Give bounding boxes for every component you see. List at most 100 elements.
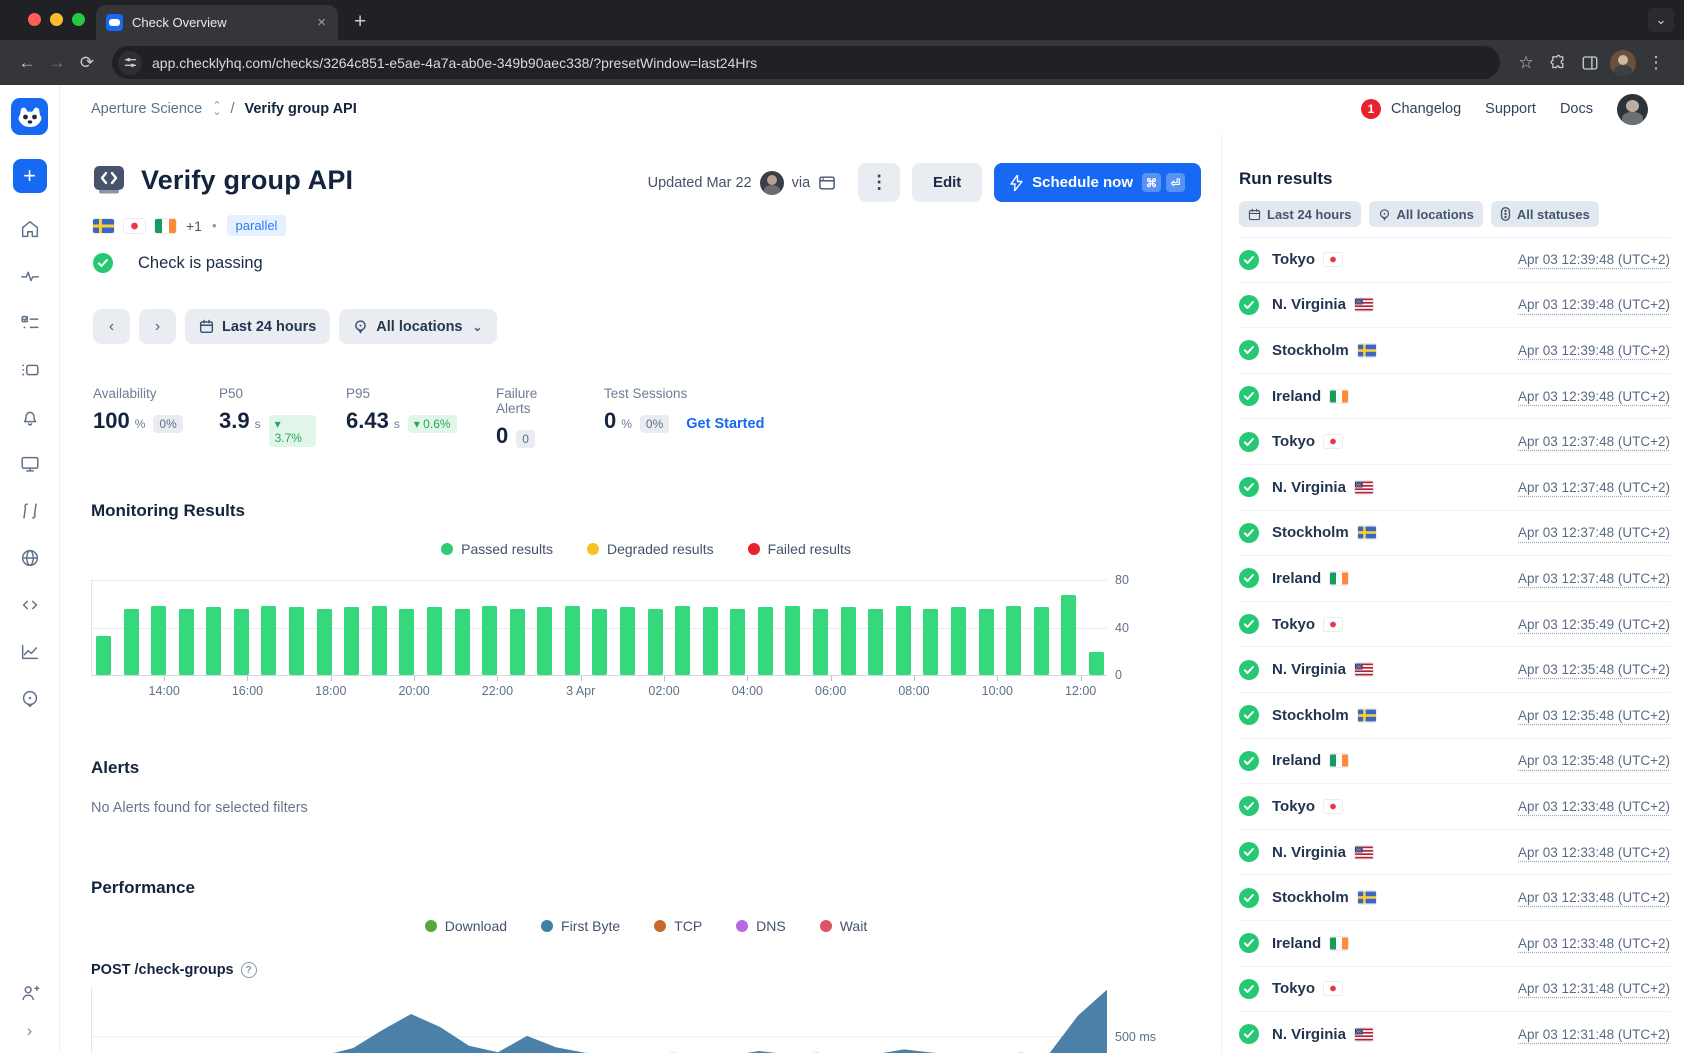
browser-menu-icon[interactable]: ⋮	[1640, 48, 1672, 78]
checkly-logo[interactable]	[11, 98, 48, 135]
sidebar-status-pages-icon[interactable]	[18, 687, 42, 711]
nav-docs-link[interactable]: Docs	[1560, 101, 1593, 117]
sidebar-checks-icon[interactable]	[18, 311, 42, 335]
breadcrumb: Aperture Science ⌃⌄ / Verify group API	[91, 101, 357, 117]
extensions-icon[interactable]	[1542, 48, 1574, 78]
back-button[interactable]: ←	[12, 48, 42, 78]
run-result-row[interactable]: Ireland Apr 03 12:33:48 (UTC+2)	[1239, 921, 1670, 967]
site-settings-icon[interactable]	[118, 51, 142, 75]
sidebar-activity-icon[interactable]	[18, 264, 42, 288]
run-result-row[interactable]: Tokyo Apr 03 12:37:48 (UTC+2)	[1239, 419, 1670, 465]
run-timestamp-link[interactable]: Apr 03 12:39:48 (UTC+2)	[1518, 343, 1670, 358]
get-started-link[interactable]: Get Started	[686, 416, 764, 432]
run-result-row[interactable]: Tokyo Apr 03 12:35:49 (UTC+2)	[1239, 602, 1670, 648]
sidebar-test-sessions-icon[interactable]	[18, 358, 42, 382]
new-tab-button[interactable]: +	[354, 10, 366, 34]
location-flag-icon	[1355, 663, 1373, 676]
account-switcher-icon[interactable]: ⌃⌄	[212, 103, 220, 115]
window-chevron-icon[interactable]: ⌄	[1648, 8, 1674, 32]
locations-filter[interactable]: All locations ⌄	[339, 309, 496, 344]
invite-user-icon[interactable]	[18, 981, 42, 1005]
y-tick-80: 80	[1115, 573, 1153, 587]
run-result-row[interactable]: Ireland Apr 03 12:39:48 (UTC+2)	[1239, 374, 1670, 420]
run-result-row[interactable]: Tokyo Apr 03 12:39:48 (UTC+2)	[1239, 237, 1670, 283]
run-result-row[interactable]: N. Virginia Apr 03 12:33:48 (UTC+2)	[1239, 830, 1670, 876]
sidebar-dashboards-icon[interactable]	[18, 452, 42, 476]
run-timestamp-link[interactable]: Apr 03 12:33:48 (UTC+2)	[1518, 845, 1670, 860]
check-status-text: Check is passing	[138, 254, 263, 273]
run-filter-statuses[interactable]: All statuses	[1491, 201, 1599, 227]
run-timestamp-link[interactable]: Apr 03 12:31:48 (UTC+2)	[1518, 1027, 1670, 1042]
sidebar-home-icon[interactable]	[18, 217, 42, 241]
run-timestamp-link[interactable]: Apr 03 12:35:49 (UTC+2)	[1518, 617, 1670, 632]
run-results-panel: Run results Last 24 hours All locations …	[1221, 133, 1684, 1053]
monitoring-chart[interactable]: 80 40 0 14:0016:0018:0020:0022:003 Apr02…	[91, 580, 1107, 702]
run-result-row[interactable]: Stockholm Apr 03 12:37:48 (UTC+2)	[1239, 511, 1670, 557]
run-result-row[interactable]: Tokyo Apr 03 12:33:48 (UTC+2)	[1239, 784, 1670, 830]
sidebar-code-icon[interactable]	[18, 593, 42, 617]
reload-button[interactable]: ⟳	[72, 48, 102, 78]
side-panel-icon[interactable]	[1574, 48, 1606, 78]
run-filter-time-range[interactable]: Last 24 hours	[1239, 201, 1361, 227]
sidebar-private-locations-icon[interactable]	[18, 546, 42, 570]
run-result-row[interactable]: Ireland Apr 03 12:35:48 (UTC+2)	[1239, 739, 1670, 785]
run-timestamp-link[interactable]: Apr 03 12:33:48 (UTC+2)	[1518, 890, 1670, 905]
location-flag-icon	[1355, 298, 1373, 311]
close-tab-icon[interactable]: ×	[315, 14, 328, 31]
minimize-window-button[interactable]	[50, 13, 63, 26]
run-result-row[interactable]: N. Virginia Apr 03 12:39:48 (UTC+2)	[1239, 283, 1670, 329]
window-controls[interactable]	[28, 13, 85, 26]
run-timestamp-link[interactable]: Apr 03 12:31:48 (UTC+2)	[1518, 981, 1670, 996]
run-timestamp-link[interactable]: Apr 03 12:39:48 (UTC+2)	[1518, 389, 1670, 404]
run-timestamp-link[interactable]: Apr 03 12:33:48 (UTC+2)	[1518, 799, 1670, 814]
run-result-row[interactable]: N. Virginia Apr 03 12:31:48 (UTC+2)	[1239, 1012, 1670, 1053]
run-result-row[interactable]: N. Virginia Apr 03 12:37:48 (UTC+2)	[1239, 465, 1670, 511]
sidebar-collapse-icon[interactable]: ›	[27, 1021, 33, 1041]
legend-dot-icon	[425, 920, 437, 932]
edit-button[interactable]: Edit	[912, 163, 982, 202]
run-location: N. Virginia	[1272, 479, 1346, 496]
nav-changelog-link[interactable]: Changelog	[1391, 101, 1461, 117]
run-timestamp-link[interactable]: Apr 03 12:39:48 (UTC+2)	[1518, 252, 1670, 267]
forward-button[interactable]: →	[42, 48, 72, 78]
run-result-row[interactable]: Tokyo Apr 03 12:31:48 (UTC+2)	[1239, 967, 1670, 1013]
run-timestamp-link[interactable]: Apr 03 12:39:48 (UTC+2)	[1518, 297, 1670, 312]
run-filter-locations[interactable]: All locations	[1369, 201, 1483, 227]
next-period-button[interactable]: ›	[139, 309, 176, 344]
help-icon[interactable]: ?	[241, 962, 257, 978]
run-result-row[interactable]: Stockholm Apr 03 12:39:48 (UTC+2)	[1239, 328, 1670, 374]
run-timestamp-link[interactable]: Apr 03 12:35:48 (UTC+2)	[1518, 753, 1670, 768]
bookmark-star-icon[interactable]: ☆	[1510, 48, 1542, 78]
run-timestamp-link[interactable]: Apr 03 12:37:48 (UTC+2)	[1518, 480, 1670, 495]
address-bar[interactable]: app.checklyhq.com/checks/3264c851-e5ae-4…	[112, 46, 1500, 79]
run-timestamp-link[interactable]: Apr 03 12:33:48 (UTC+2)	[1518, 936, 1670, 951]
sidebar-analytics-icon[interactable]	[18, 640, 42, 664]
run-result-row[interactable]: N. Virginia Apr 03 12:35:48 (UTC+2)	[1239, 647, 1670, 693]
prev-period-button[interactable]: ‹	[93, 309, 130, 344]
breadcrumb-account[interactable]: Aperture Science	[91, 101, 202, 117]
performance-chart[interactable]: 500 ms 0	[91, 988, 1107, 1053]
nav-support-link[interactable]: Support	[1485, 101, 1536, 117]
more-actions-button[interactable]: ⋮	[858, 163, 900, 202]
run-timestamp-link[interactable]: Apr 03 12:35:48 (UTC+2)	[1518, 708, 1670, 723]
passed-status-icon	[1239, 705, 1259, 725]
run-timestamp-link[interactable]: Apr 03 12:37:48 (UTC+2)	[1518, 434, 1670, 449]
schedule-now-button[interactable]: Schedule now ⌘ ⏎	[994, 163, 1201, 202]
run-timestamp-link[interactable]: Apr 03 12:37:48 (UTC+2)	[1518, 571, 1670, 586]
run-timestamp-link[interactable]: Apr 03 12:37:48 (UTC+2)	[1518, 525, 1670, 540]
run-timestamp-link[interactable]: Apr 03 12:35:48 (UTC+2)	[1518, 662, 1670, 677]
browser-tab[interactable]: Check Overview ×	[96, 5, 338, 40]
time-range-filter[interactable]: Last 24 hours	[185, 309, 330, 344]
close-window-button[interactable]	[28, 13, 41, 26]
sidebar-maintenance-icon[interactable]	[18, 499, 42, 523]
sidebar-alerts-icon[interactable]	[18, 405, 42, 429]
run-result-row[interactable]: Stockholm Apr 03 12:35:48 (UTC+2)	[1239, 693, 1670, 739]
url-text[interactable]: app.checklyhq.com/checks/3264c851-e5ae-4…	[152, 55, 757, 71]
maximize-window-button[interactable]	[72, 13, 85, 26]
run-result-row[interactable]: Stockholm Apr 03 12:33:48 (UTC+2)	[1239, 875, 1670, 921]
browser-profile-avatar[interactable]	[1610, 50, 1636, 76]
run-result-row[interactable]: Ireland Apr 03 12:37:48 (UTC+2)	[1239, 556, 1670, 602]
api-check-icon	[91, 163, 127, 197]
create-new-button[interactable]: +	[13, 159, 47, 193]
user-avatar[interactable]	[1617, 94, 1648, 125]
